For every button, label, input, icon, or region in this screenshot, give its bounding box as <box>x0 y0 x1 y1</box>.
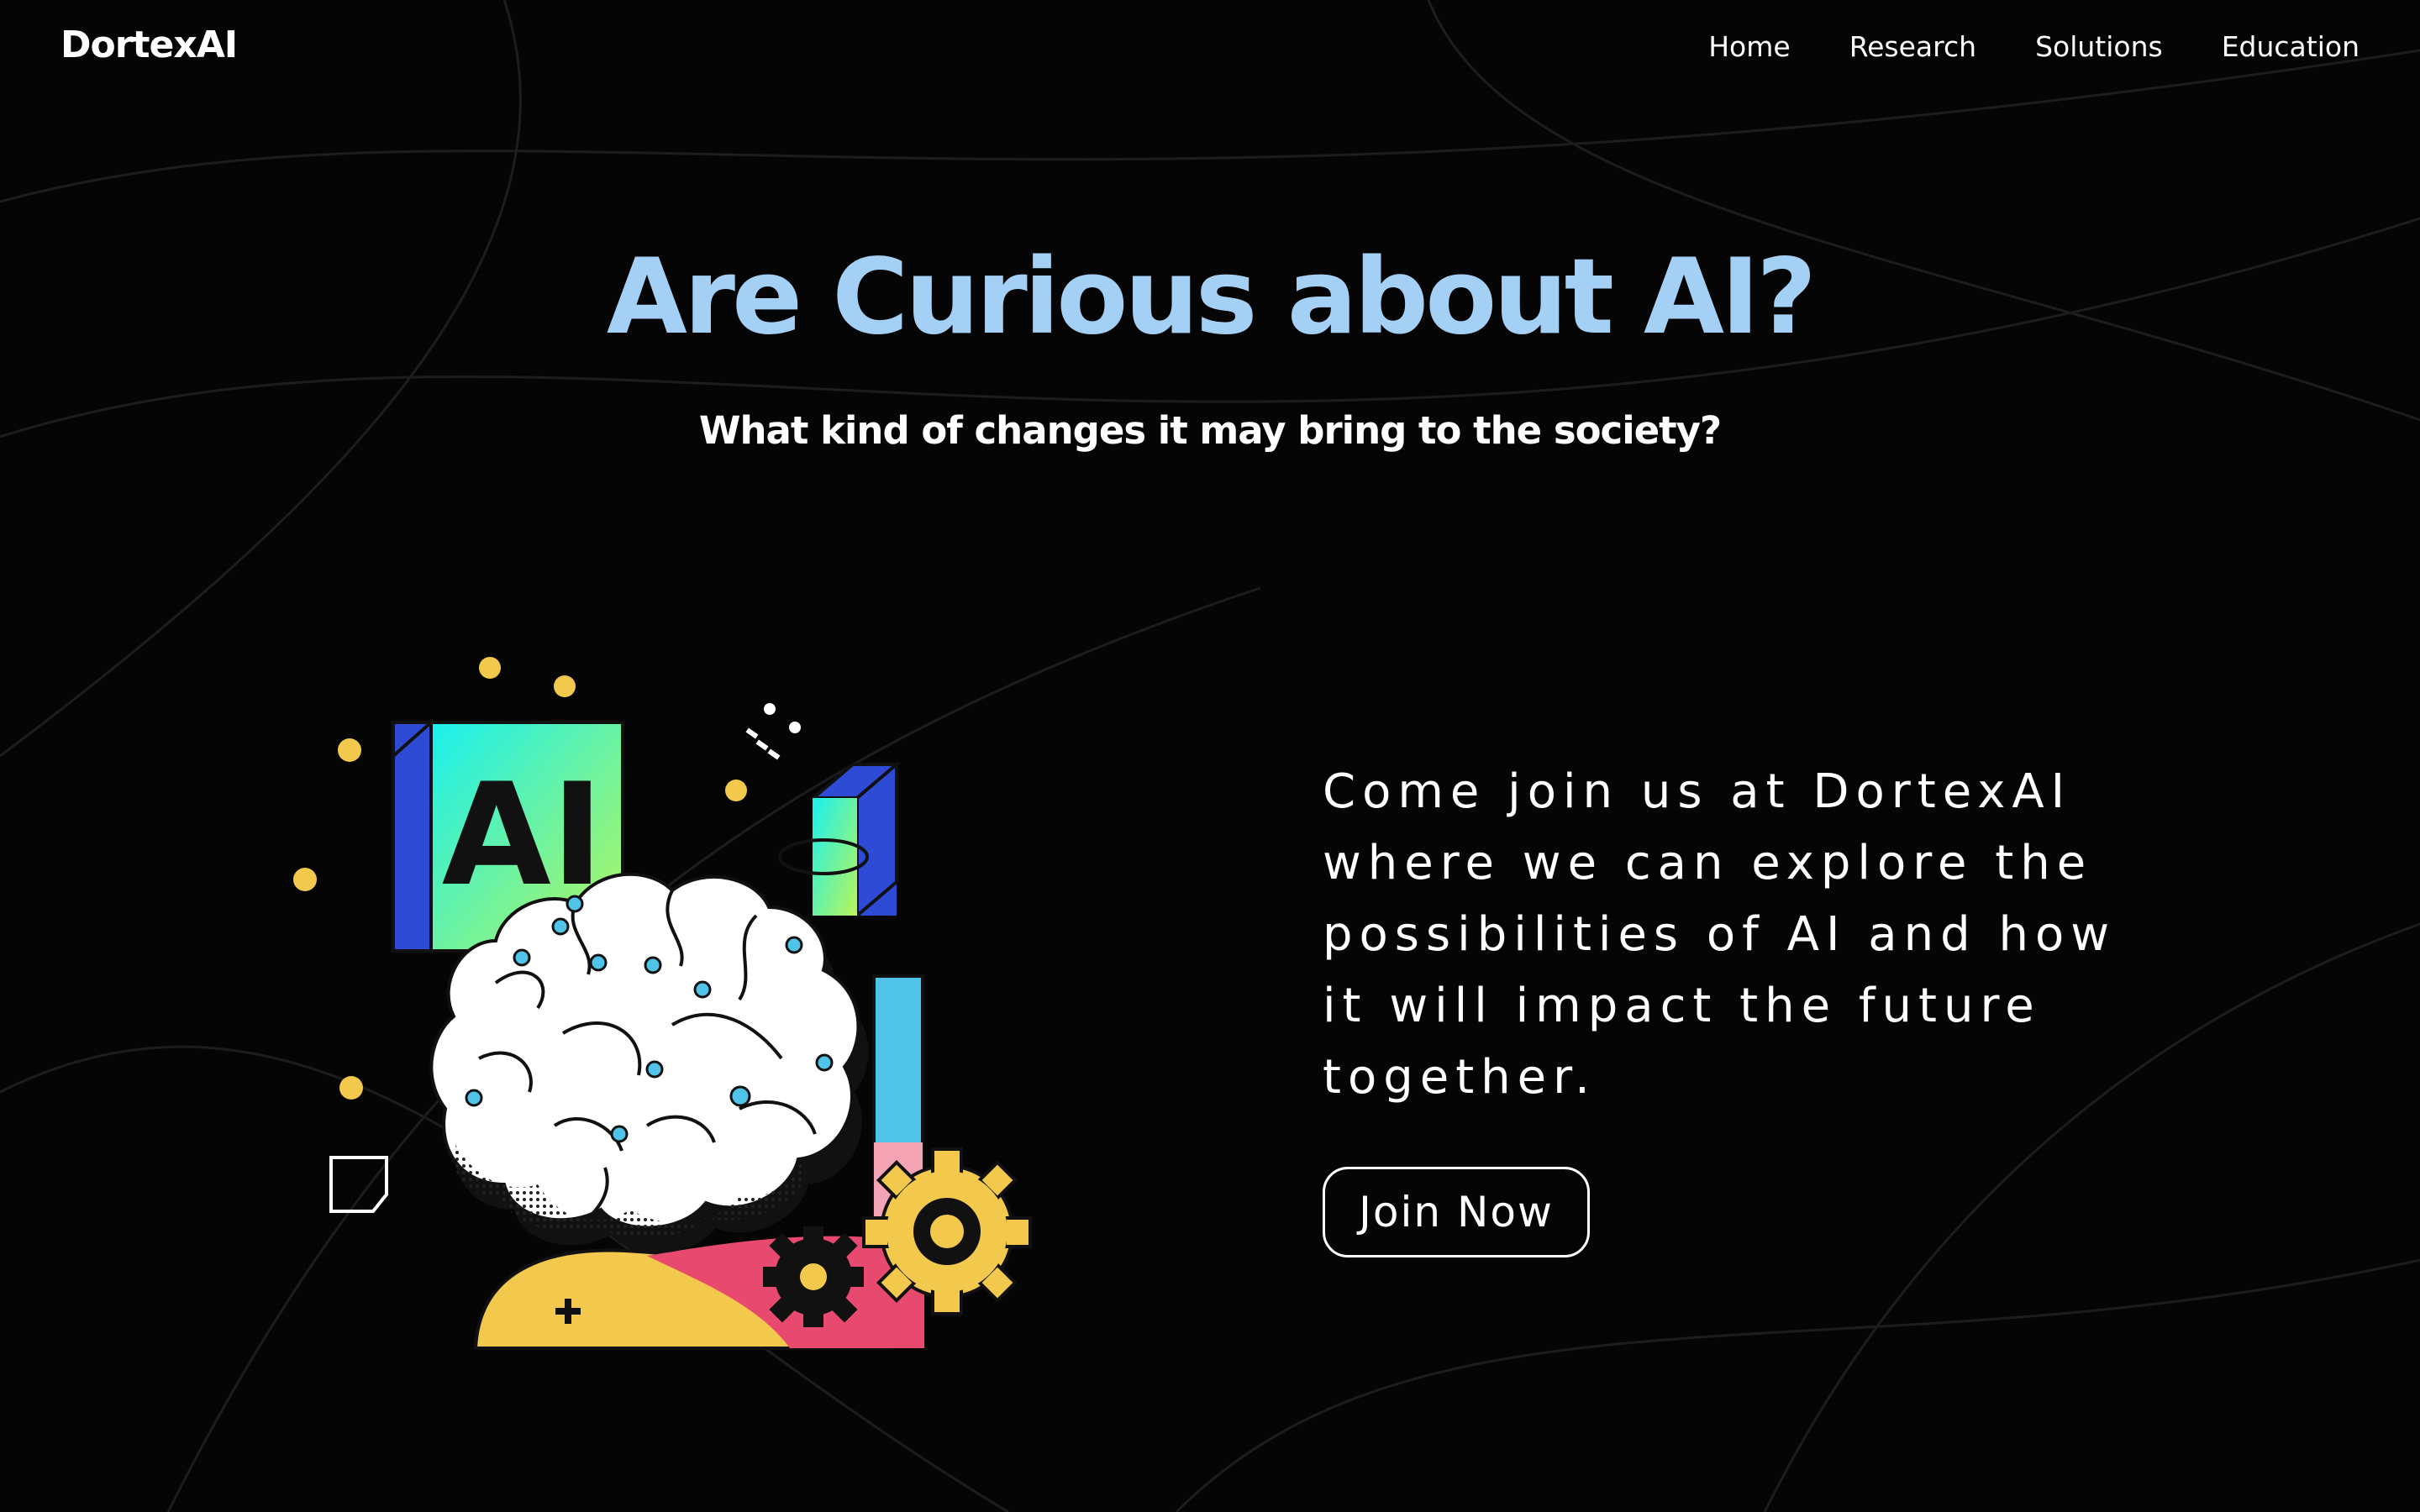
ai-cube-label: AI <box>442 753 604 917</box>
nav-education-link[interactable]: Education <box>2222 30 2360 63</box>
nav-home-link[interactable]: Home <box>1708 30 1790 63</box>
person-shoulders <box>473 1236 924 1350</box>
hero-subtitle: What kind of changes it may bring to the… <box>698 408 1722 453</box>
small-gear-icon <box>763 1226 864 1327</box>
navbar: DortexAI Home Research Solutions Educati… <box>0 0 2420 99</box>
nav-research-link[interactable]: Research <box>1849 30 1976 63</box>
gear-icon <box>862 1147 1032 1315</box>
ai-brain-illustration: AI <box>293 657 1032 1350</box>
hero-title: Are Curious about AI? <box>606 237 1817 358</box>
nav-links: Home Research Solutions Education <box>1708 30 2360 63</box>
nav-solutions-link[interactable]: Solutions <box>2035 30 2163 63</box>
join-now-button[interactable]: Join Now <box>1323 1167 1590 1257</box>
brand-logo[interactable]: DortexAI <box>60 24 238 66</box>
note-icon <box>329 1156 388 1213</box>
atom-front <box>813 798 856 916</box>
join-description: Come join us at DortexAI where we can ex… <box>1323 764 2116 1105</box>
